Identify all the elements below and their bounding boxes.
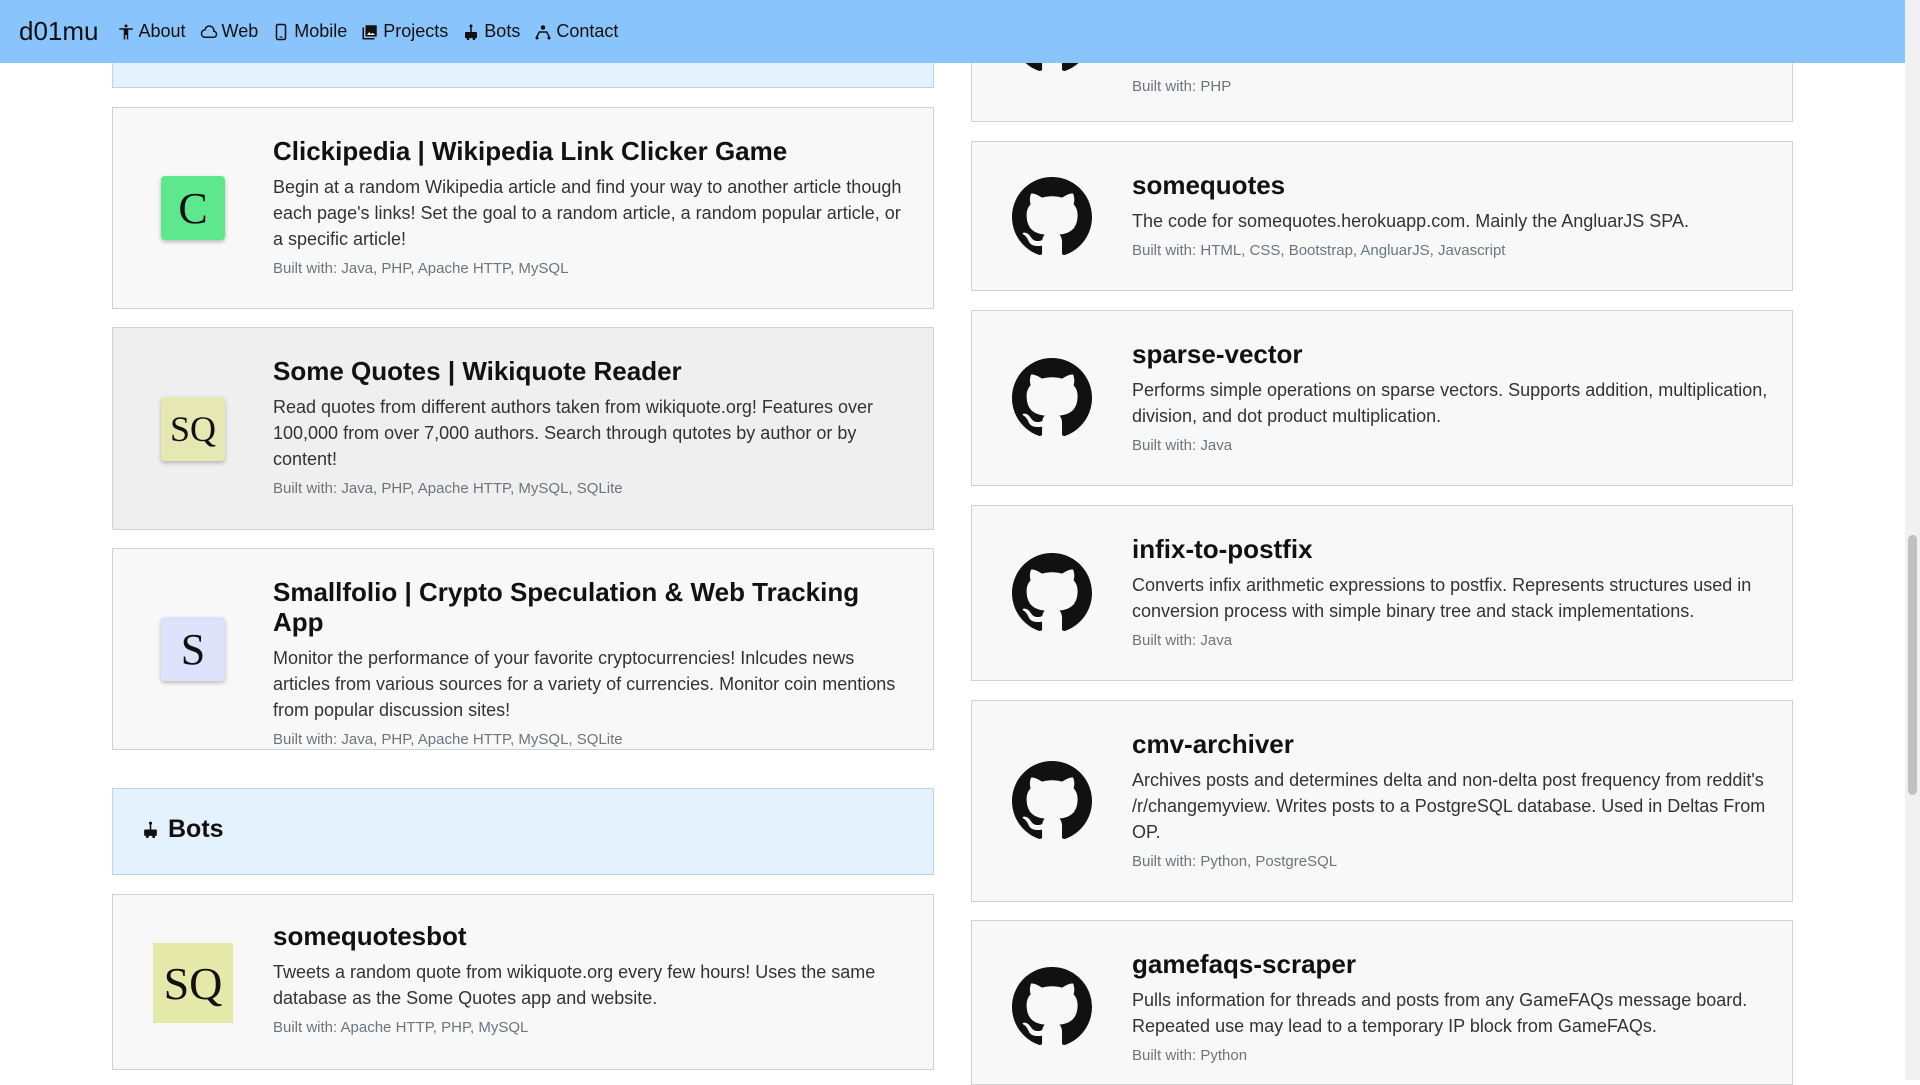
github-icon: [1012, 761, 1092, 840]
brand-link[interactable]: d01mu: [19, 16, 99, 47]
repo-built-with: Built with: Python: [1132, 1047, 1248, 1064]
repo-description: Performs simple operations on sparse vec…: [1132, 380, 1768, 426]
github-icon: [1012, 967, 1092, 1046]
project-card-clickipedia[interactable]: C Clickipedia | Wikipedia Link Clicker G…: [112, 107, 934, 309]
bots-section-header: Bots: [112, 788, 934, 875]
github-icon: [1012, 358, 1092, 437]
repo-description: Archives posts and determines delta and …: [1132, 770, 1766, 842]
repo-title[interactable]: cmv-archiver: [1132, 729, 1772, 759]
repo-title[interactable]: somequotes: [1132, 170, 1772, 200]
project-title[interactable]: Clickipedia | Wikipedia Link Clicker Gam…: [273, 136, 913, 166]
section-title: Bots: [168, 815, 224, 843]
repo-title[interactable]: gamefaqs-scraper: [1132, 949, 1772, 979]
bot-card-somequotesbot[interactable]: SQ somequotesbot Tweets a random quote f…: [112, 894, 934, 1070]
project-built-with: Built with: Java, PHP, Apache HTTP, MySQ…: [273, 480, 623, 497]
bot-built-with: Built with: Apache HTTP, PHP, MySQL: [273, 1019, 529, 1036]
nav-bots-label: Bots: [484, 21, 521, 41]
nav-mobile-label: Mobile: [294, 21, 348, 41]
robot-icon: [144, 821, 157, 839]
nav-about-label: About: [138, 21, 186, 41]
github-icon: [1012, 177, 1092, 256]
repo-description: The code for somequotes.herokuapp.com. M…: [1132, 211, 1689, 231]
scrollbar-thumb[interactable]: [1908, 535, 1917, 795]
repo-card-cmv-archiver[interactable]: cmv-archiver Archives posts and determin…: [971, 700, 1793, 902]
somequotesbot-logo-icon: SQ: [153, 943, 233, 1023]
repo-card-somequotes[interactable]: somequotes The code for somequotes.herok…: [971, 141, 1793, 291]
project-description: Begin at a random Wikipedia article and …: [273, 177, 902, 249]
project-title[interactable]: Some Quotes | Wikiquote Reader: [273, 356, 913, 386]
nav-about[interactable]: About: [117, 21, 186, 42]
repo-card-gamefaqs-scraper[interactable]: gamefaqs-scraper Pulls information for t…: [971, 920, 1793, 1085]
repo-description: Pulls information for threads and posts …: [1132, 990, 1748, 1036]
image-icon: [362, 24, 378, 39]
accessibility-icon: [118, 24, 133, 39]
repo-built-with: Built with: Java: [1132, 632, 1233, 649]
nav-contact[interactable]: Contact: [534, 21, 618, 42]
clickipedia-logo-icon: C: [161, 176, 225, 240]
nav-projects[interactable]: Projects: [361, 21, 448, 42]
repo-description: Converts infix arithmetic expressions to…: [1132, 575, 1752, 621]
project-built-with: Built with: Java, PHP, Apache HTTP, MySQ…: [273, 731, 623, 748]
repo-title[interactable]: sparse-vector: [1132, 339, 1772, 369]
project-description: Monitor the performance of your favorite…: [273, 648, 896, 720]
repo-title[interactable]: infix-to-postfix: [1132, 534, 1772, 564]
project-card-smallfolio[interactable]: S Smallfolio | Crypto Speculation & Web …: [112, 548, 934, 750]
bot-title[interactable]: somequotesbot: [273, 921, 913, 951]
nav-contact-label: Contact: [556, 21, 619, 41]
github-icon: [1012, 553, 1092, 632]
robot-icon: [465, 24, 478, 40]
repo-built-with: Built with: HTML, CSS, Bootstrap, Anglua…: [1132, 242, 1506, 259]
nav-projects-label: Projects: [383, 21, 449, 41]
smallfolio-logo-icon: S: [161, 617, 225, 681]
page-scrollbar[interactable]: [1905, 0, 1920, 1080]
bot-description: Tweets a random quote from wikiquote.org…: [273, 962, 876, 1008]
project-title[interactable]: Smallfolio | Crypto Speculation & Web Tr…: [273, 577, 913, 637]
project-description: Read quotes from different authors taken…: [273, 397, 873, 469]
navbar: d01mu About Web Mobile Projects Bots Con…: [0, 0, 1905, 63]
nav-mobile[interactable]: Mobile: [272, 21, 347, 42]
mobile-icon: [275, 23, 287, 40]
project-card-some-quotes[interactable]: SQ Some Quotes | Wikiquote Reader Read q…: [112, 327, 934, 530]
nav-web-label: Web: [221, 21, 259, 41]
cloud-icon: [200, 24, 217, 38]
repo-built-with: Built with: Python, PostgreSQL: [1132, 853, 1338, 870]
repo-built-with: Built with: PHP: [1132, 78, 1232, 95]
some-quotes-logo-icon: SQ: [161, 397, 225, 461]
repo-built-with: Built with: Java: [1132, 437, 1233, 454]
people-icon: [535, 24, 551, 39]
nav-bots[interactable]: Bots: [462, 21, 520, 42]
project-built-with: Built with: Java, PHP, Apache HTTP, MySQ…: [273, 260, 569, 277]
nav-web[interactable]: Web: [200, 21, 259, 42]
repo-card-infix-to-postfix[interactable]: infix-to-postfix Converts infix arithmet…: [971, 505, 1793, 681]
repo-card-sparse-vector[interactable]: sparse-vector Performs simple operations…: [971, 310, 1793, 486]
